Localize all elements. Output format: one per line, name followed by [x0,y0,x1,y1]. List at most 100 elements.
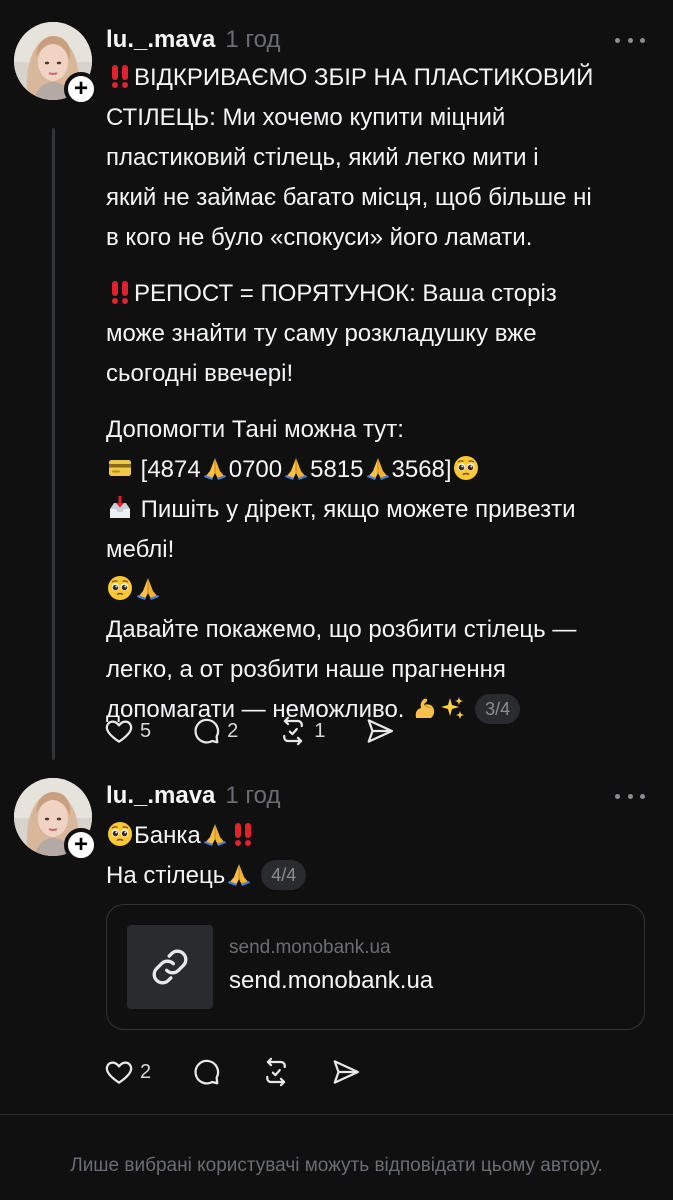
post-text: Давайте покажемо, що розбити стілець — [106,616,577,643]
post-paragraph: ВІДКРИВАЄМО ЗБІР НА ПЛАСТИКОВИЙ СТІЛЕЦЬ: … [106,58,646,258]
heart-button[interactable]: 5 [104,716,151,746]
more-dot-icon [615,37,620,43]
post-actions: 5 2 1 [104,711,435,751]
more-dot-icon [627,37,633,43]
repost-icon [278,716,308,746]
reply-restriction-note: Лише вибрані користувачі можуть відповід… [70,1155,603,1176]
post-time: 1 год [225,26,281,53]
pleading-face-emoji-icon [106,822,134,849]
comment-button[interactable] [191,1057,221,1087]
post-paragraph: Допомогти Тані можна тут: [4874 0700 5815 3… [106,410,646,730]
folded-hands-emoji-icon [225,862,253,889]
footer-divider [0,1114,673,1115]
action-count: 1 [314,719,326,742]
post-text: Допомогти Тані можна тут: [106,416,404,443]
post-text-line: СТІЛЕЦЬ: Ми хочемо купити міцний [106,98,646,138]
post-text: пластиковий стілець, який легко мити і [106,144,539,171]
heart-icon [104,1057,134,1087]
post-text-line: який не займає багато місця, щоб більше … [106,178,646,218]
post-text: Пишіть у дірект, якщо можете привезти [134,496,576,523]
more-dot-icon [627,793,633,799]
more-dot-icon [615,793,620,799]
more-dot-icon [640,37,645,43]
post-text: 5815 [310,456,364,483]
post-text: сьогодні ввечері! [106,360,294,387]
post-actions: 2 [104,1052,401,1092]
post-text: Банка [134,822,201,849]
more-options-button[interactable] [615,786,645,806]
link-title[interactable]: send.monobank.ua [229,967,433,995]
link-icon [127,925,213,1009]
comment-icon [191,716,221,746]
comment-icon [191,1057,221,1087]
folded-hands-emoji-icon [201,456,229,483]
post-text: легко, а от розбити наше прагнення [106,656,506,683]
heart-button[interactable]: 2 [104,1057,151,1087]
post-header: lu._.mava 1 год [106,23,280,57]
thread-connector-line [52,128,55,760]
share-icon [331,1057,361,1087]
post-2: + lu._.mava 1 год Банка На стілець 4/4 sen… [0,758,673,1118]
follow-plus-button[interactable]: + [64,72,98,106]
folded-hands-emoji-icon [364,456,392,483]
post-text-line [106,570,646,610]
post-text-line: Пишіть у дірект, якщо можете привезти [106,490,646,530]
thread-page: + lu._.mava 1 год ВІДКРИВАЄМО ЗБІР НА ПЛ… [0,0,673,1200]
author-avatar[interactable]: + [14,778,98,862]
post-text-line: Банка [106,816,646,856]
link-preview-card[interactable]: send.monobank.ua send.monobank.ua [106,904,645,1030]
post-body: Банка На стілець 4/4 [106,816,646,912]
double-exclamation-emoji-icon [229,822,257,849]
credit-card-emoji-icon [106,456,134,483]
author-avatar[interactable]: + [14,22,98,106]
post-text: На стілець [106,862,226,889]
repost-button[interactable]: 1 [278,716,325,746]
post-text: 3568] [391,456,452,483]
comment-button[interactable]: 2 [191,716,238,746]
post-text-line: ВІДКРИВАЄМО ЗБІР НА ПЛАСТИКОВИЙ [106,58,646,98]
post-header: lu._.mava 1 год [106,779,280,813]
post-paragraph: Банка На стілець 4/4 [106,816,646,896]
heart-icon [104,716,134,746]
folded-hands-emoji-icon [134,576,162,603]
repost-icon [261,1057,291,1087]
action-count: 5 [140,719,152,742]
double-exclamation-emoji-icon [106,280,134,307]
post-text-line: На стілець 4/4 [106,856,646,896]
thread-counter-badge: 4/4 [261,860,307,890]
username[interactable]: lu._.mava [106,782,215,810]
post-text-line: пластиковий стілець, який легко мити і [106,138,646,178]
plus-icon: + [73,831,88,858]
post-text: меблі! [106,536,175,563]
pleading-face-emoji-icon [452,456,480,483]
username[interactable]: lu._.mava [106,26,215,54]
inbox-tray-emoji-icon [106,496,134,523]
post-text: РЕПОСТ = ПОРЯТУНОК: Ваша сторіз [134,280,557,307]
post-paragraph: РЕПОСТ = ПОРЯТУНОК: Ваша сторіз може знай… [106,274,646,394]
post-text: в кого не було «спокуси» його ламати. [106,224,533,251]
post-text-line: РЕПОСТ = ПОРЯТУНОК: Ваша сторіз [106,274,646,314]
pleading-face-emoji-icon [106,576,134,603]
more-options-button[interactable] [615,30,645,50]
share-button[interactable] [331,1057,361,1087]
sparkles-emoji-icon [439,696,467,723]
post-text: 0700 [228,456,283,483]
folded-hands-emoji-icon [282,456,310,483]
repost-button[interactable] [261,1057,291,1087]
double-exclamation-emoji-icon [106,64,134,91]
share-button[interactable] [365,716,395,746]
post-text-line: може знайти ту саму розкладушку вже [106,314,646,354]
more-dot-icon [640,793,645,799]
post-1: + lu._.mava 1 год ВІДКРИВАЄМО ЗБІР НА ПЛ… [0,0,673,760]
post-text: який не займає багато місця, щоб більше … [106,184,592,211]
thread-counter-badge: 3/4 [475,694,521,724]
post-text: може знайти ту саму розкладушку вже [106,320,537,347]
post-text-line: [4874 0700 5815 3568] [106,450,646,490]
post-text-line: в кого не було «спокуси» його ламати. [106,218,646,258]
follow-plus-button[interactable]: + [64,828,98,862]
folded-hands-emoji-icon [201,822,229,849]
post-text: СТІЛЕЦЬ: Ми хочемо купити міцний [106,104,506,131]
post-text-line: сьогодні ввечері! [106,354,646,394]
post-text-line: легко, а от розбити наше прагнення [106,650,646,690]
post-text: [4874 [134,456,201,483]
